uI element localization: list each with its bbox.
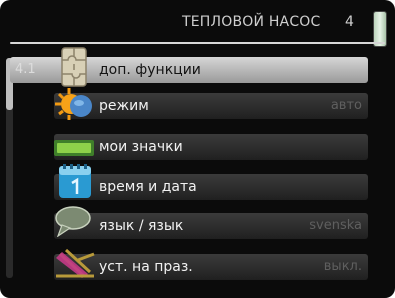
sun-planet-icon [55,88,92,120]
menu-item-value: авто [330,98,362,113]
calendar-icon [59,164,91,198]
header-divider [10,42,385,44]
menu-item-label: уст. на праз. [99,259,193,275]
menu-item-label: режим [99,98,149,114]
page-title: ТЕПЛОВОЙ НАСОС [182,14,321,30]
battery-icon [54,140,94,156]
menu-item-label: мои значки [99,139,183,155]
beach-chair-icon [56,248,95,278]
heat-pump-menu-screen: ТЕПЛОВОЙ НАСОС 4 доп. функции 4.1 режим … [0,0,395,298]
menu-item-my-icons[interactable]: мои значки [54,134,368,160]
menu-item-label: доп. функции [99,62,201,78]
menu-item-label: время и дата [99,179,197,195]
selected-item-code: 4.1 [15,62,36,77]
puzzle-icon [61,47,87,87]
speech-bubble-icon [55,206,91,237]
menu-item-language[interactable]: язык / язык svenska [54,213,368,239]
menu-number: 4 [345,14,354,30]
menu-item-value: выкл. [323,259,362,274]
menu-item-label: язык / язык [99,218,184,234]
menu-item-holiday[interactable]: уст. на праз. выкл. [54,254,368,280]
menu-item-time-date[interactable]: время и дата [54,174,368,200]
menu-item-mode[interactable]: режим авто [54,93,368,119]
thermometer-icon [374,12,386,46]
menu-item-value: svenska [309,218,362,233]
